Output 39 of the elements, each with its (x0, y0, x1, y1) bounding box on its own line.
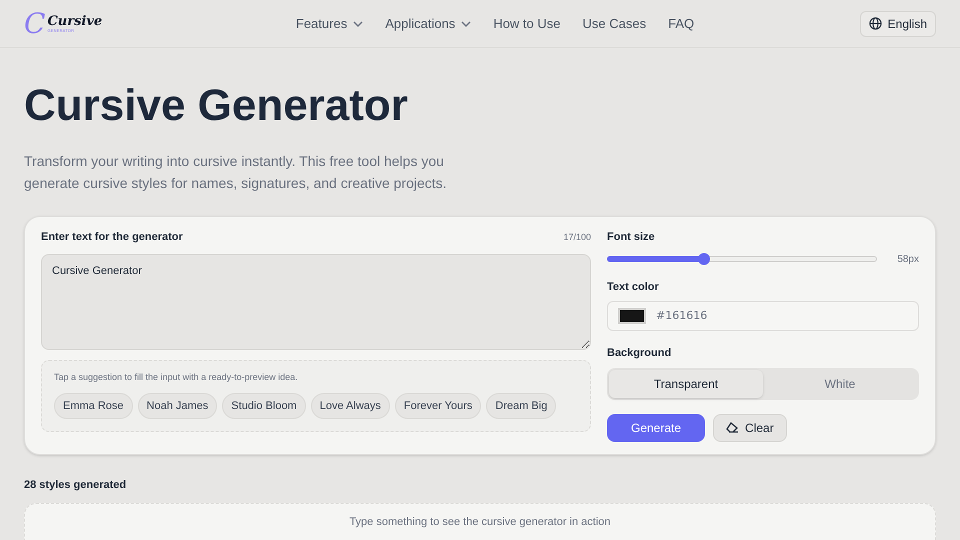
suggestion-chip[interactable]: Emma Rose (54, 393, 133, 419)
color-swatch[interactable] (618, 308, 646, 324)
empty-message: Type something to see the cursive generator in action (349, 515, 611, 530)
text-input[interactable]: Cursive Generator (41, 254, 591, 350)
input-label: Enter text for the generator (41, 230, 183, 245)
nav-link[interactable]: How to Use (493, 14, 561, 34)
clear-button[interactable]: Clear (713, 414, 787, 442)
suggestion-chip[interactable]: Love Always (310, 393, 390, 419)
page-title: Cursive Generator (24, 84, 409, 128)
suggestion-chip[interactable]: Studio Bloom (222, 393, 306, 419)
logo-name: Cursive (47, 14, 102, 28)
background-option[interactable]: White (763, 370, 917, 398)
globe-icon (868, 17, 882, 30)
text-color-label: Text color (607, 280, 660, 294)
language-button[interactable]: English (860, 10, 936, 36)
eraser-icon (726, 422, 740, 434)
page-subtitle: Transform your writing into cursive instantly. This free tool helps you generate cursive styles for names, signatures, and creative projects. (24, 152, 448, 193)
character-counter: 17/100 (563, 230, 591, 244)
nav-link[interactable]: Features (296, 14, 364, 34)
suggestion-chip[interactable]: Dream Big (486, 393, 556, 419)
nav-link[interactable]: Applications (385, 14, 472, 34)
font-size-reading: 58px (897, 252, 919, 266)
generate-button[interactable]: Generate (607, 414, 706, 442)
background-option[interactable]: Transparent (609, 370, 763, 398)
suggestion-chip[interactable]: Noah James (138, 393, 218, 419)
suggestion-chip[interactable]: Forever Yours (394, 393, 482, 419)
font-size-label: Font size (607, 230, 656, 245)
color-value: #161616 (656, 308, 708, 324)
nav-link[interactable]: FAQ (668, 14, 694, 34)
color-field[interactable]: #161616 (607, 301, 919, 331)
suggestions-hint: Tap a suggestion to fill the input with a ready-to-preview idea. (54, 370, 299, 384)
logo-mark: C (24, 10, 46, 38)
chevron-down-icon (461, 20, 472, 26)
background-label: Background (607, 346, 672, 361)
font-size-slider[interactable] (607, 252, 878, 266)
slider-thumb[interactable] (698, 253, 710, 265)
nav-link[interactable]: Use Cases (582, 14, 646, 34)
results-count: 28 styles generated (24, 478, 128, 492)
chevron-down-icon (353, 20, 364, 26)
